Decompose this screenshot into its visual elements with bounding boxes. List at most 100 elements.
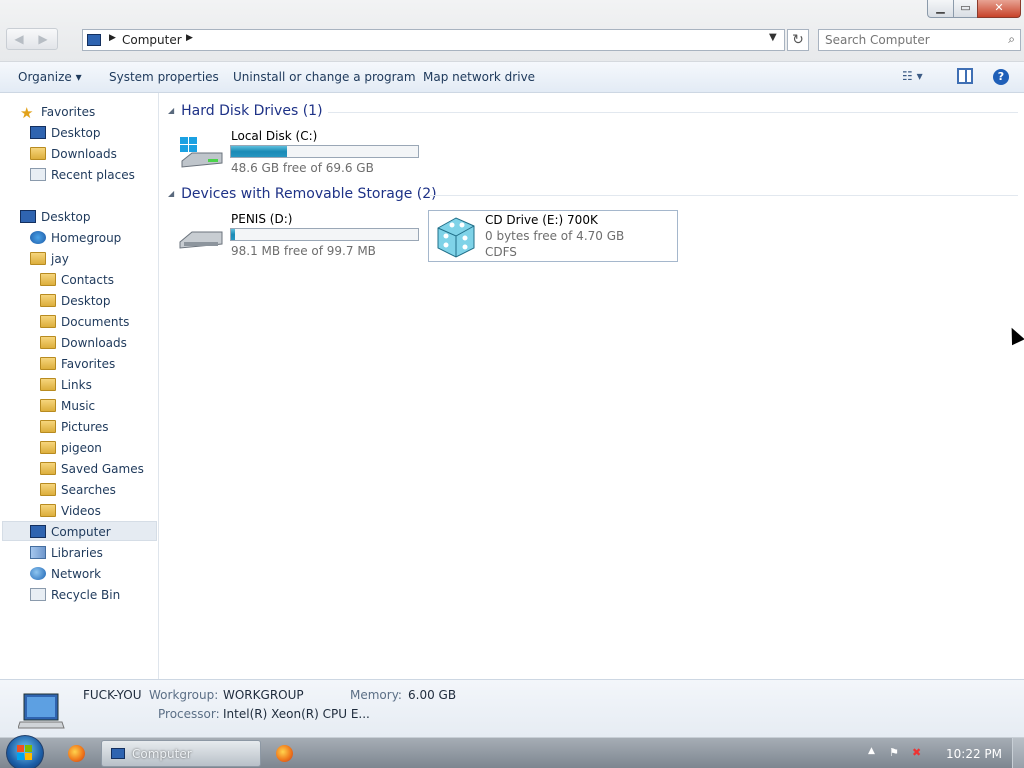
nav-user-documents[interactable]: Documents bbox=[40, 312, 129, 332]
help-icon[interactable]: ? bbox=[993, 69, 1009, 85]
nav-label: Desktop bbox=[51, 126, 101, 140]
folder-icon bbox=[40, 378, 56, 391]
firefox-icon bbox=[68, 745, 85, 762]
recycle-bin-icon bbox=[30, 588, 46, 601]
nav-label: Recycle Bin bbox=[51, 588, 121, 602]
nav-label: Recent places bbox=[51, 168, 135, 182]
taskbar-firefox-pinned[interactable] bbox=[64, 740, 90, 767]
nav-label: Desktop bbox=[61, 294, 111, 308]
show-desktop-button[interactable] bbox=[1012, 738, 1024, 768]
back-arrow-icon[interactable]: ◀ bbox=[7, 29, 31, 49]
search-input[interactable] bbox=[819, 30, 999, 50]
close-button[interactable]: ✕ bbox=[977, 0, 1021, 18]
divider bbox=[430, 195, 1018, 196]
folder-icon bbox=[40, 399, 56, 412]
chevron-right-icon[interactable]: ▶ bbox=[186, 33, 193, 43]
nav-label: Homegroup bbox=[51, 231, 122, 245]
divider bbox=[328, 112, 1018, 113]
nav-user[interactable]: jay bbox=[30, 249, 69, 269]
nav-label: Searches bbox=[61, 483, 116, 497]
breadcrumb-computer[interactable]: Computer bbox=[122, 33, 182, 47]
content-pane: ◢ Hard Disk Drives (1) Local Disk (C:) 48… bbox=[160, 93, 1024, 679]
forward-arrow-icon[interactable]: ▶ bbox=[31, 29, 55, 49]
nav-user-desktop[interactable]: Desktop bbox=[40, 291, 111, 311]
nav-user-pictures[interactable]: Pictures bbox=[40, 417, 109, 437]
group-title: Devices with Removable Storage (2) bbox=[181, 186, 437, 202]
nav-recycle-bin[interactable]: Recycle Bin bbox=[30, 585, 120, 605]
drive-name: PENIS (D:) bbox=[231, 212, 293, 226]
drive-c[interactable]: Local Disk (C:) 48.6 GB free of 69.6 GB bbox=[160, 129, 430, 175]
uninstall-program-button[interactable]: Uninstall or change a program bbox=[233, 70, 416, 84]
folder-icon bbox=[40, 462, 56, 475]
search-box[interactable]: ⌕ bbox=[818, 29, 1021, 51]
folder-icon bbox=[40, 483, 56, 496]
taskbar-clock[interactable]: 10:22 PM bbox=[946, 747, 1002, 761]
nav-user-searches[interactable]: Searches bbox=[40, 480, 116, 500]
chevron-down-icon[interactable]: ▼ bbox=[769, 32, 777, 43]
computer-icon bbox=[111, 748, 125, 759]
network-disconnected-icon[interactable]: ✖ bbox=[912, 746, 921, 759]
nav-user-links[interactable]: Links bbox=[40, 375, 92, 395]
network-icon bbox=[30, 567, 46, 580]
address-bar[interactable]: ▶ Computer ▶ ▼ bbox=[82, 29, 785, 51]
taskbar-firefox[interactable] bbox=[272, 740, 298, 767]
nav-label: Libraries bbox=[51, 546, 103, 560]
processor-value: Intel(R) Xeon(R) CPU E... bbox=[223, 707, 370, 721]
organize-button[interactable]: Organize ▾ bbox=[18, 70, 82, 84]
search-icon[interactable]: ⌕ bbox=[1008, 32, 1015, 47]
nav-network[interactable]: Network bbox=[30, 564, 101, 584]
preview-pane-icon[interactable] bbox=[957, 68, 973, 84]
group-header-removable[interactable]: ◢ Devices with Removable Storage (2) bbox=[168, 186, 437, 202]
nav-label: jay bbox=[51, 252, 69, 266]
nav-fav-desktop[interactable]: Desktop bbox=[30, 123, 101, 143]
nav-label: Downloads bbox=[51, 147, 117, 161]
homegroup-icon bbox=[30, 231, 46, 244]
folder-icon bbox=[40, 315, 56, 328]
nav-desktop[interactable]: Desktop bbox=[20, 207, 91, 227]
drive-e[interactable]: CD Drive (E:) 700K 0 bytes free of 4.70 … bbox=[428, 210, 678, 262]
show-hidden-icons-icon[interactable]: ▲ bbox=[868, 746, 875, 756]
action-center-icon[interactable]: ⚑ bbox=[889, 746, 899, 759]
group-title: Hard Disk Drives (1) bbox=[181, 103, 323, 119]
nav-user-downloads[interactable]: Downloads bbox=[40, 333, 127, 353]
windows-logo-icon bbox=[17, 745, 33, 761]
nav-label: Favorites bbox=[61, 357, 116, 371]
folder-icon bbox=[40, 504, 56, 517]
command-bar: Organize ▾ System properties Uninstall o… bbox=[0, 62, 1024, 93]
nav-user-favorites[interactable]: Favorites bbox=[40, 354, 115, 374]
map-network-drive-button[interactable]: Map network drive bbox=[423, 70, 535, 84]
folder-icon bbox=[40, 357, 56, 370]
nav-homegroup[interactable]: Homegroup bbox=[30, 228, 121, 248]
nav-user-contacts[interactable]: Contacts bbox=[40, 270, 114, 290]
nav-label: Favorites bbox=[41, 105, 96, 119]
window-titlebar: ▁ ▭ ✕ ◀▶ ▶ Computer ▶ ▼ ↻ ⌕ bbox=[0, 0, 1024, 62]
drive-d[interactable]: PENIS (D:) 98.1 MB free of 99.7 MB bbox=[160, 212, 430, 258]
computer-icon bbox=[87, 34, 101, 46]
taskbar: Computer ▲ ⚑ ✖ 10:22 PM bbox=[0, 735, 1024, 768]
nav-user-saved-games[interactable]: Saved Games bbox=[40, 459, 144, 479]
nav-fav-downloads[interactable]: Downloads bbox=[30, 144, 117, 164]
windows-drive-icon bbox=[180, 137, 223, 168]
nav-libraries[interactable]: Libraries bbox=[30, 543, 103, 563]
refresh-button[interactable]: ↻ bbox=[787, 29, 809, 51]
maximize-button[interactable]: ▭ bbox=[953, 0, 978, 18]
nav-user-pigeon[interactable]: pigeon bbox=[40, 438, 102, 458]
nav-computer[interactable]: Computer bbox=[2, 521, 157, 541]
collapse-triangle-icon[interactable]: ◢ bbox=[168, 106, 174, 115]
nav-label: pigeon bbox=[61, 441, 102, 455]
minimize-button[interactable]: ▁ bbox=[927, 0, 954, 18]
workgroup-label: Workgroup: bbox=[149, 688, 219, 702]
change-view-icon[interactable]: ☷ ▾ bbox=[902, 69, 938, 87]
system-properties-button[interactable]: System properties bbox=[109, 70, 219, 84]
nav-user-videos[interactable]: Videos bbox=[40, 501, 101, 521]
back-forward-buttons[interactable]: ◀ ▶ bbox=[6, 28, 58, 50]
nav-favorites[interactable]: ★ Favorites bbox=[20, 102, 95, 122]
taskbar-computer-window[interactable]: Computer bbox=[101, 740, 261, 767]
chevron-right-icon[interactable]: ▶ bbox=[109, 33, 116, 43]
group-header-hdd[interactable]: ◢ Hard Disk Drives (1) bbox=[168, 103, 323, 119]
computer-icon bbox=[30, 525, 46, 538]
collapse-triangle-icon[interactable]: ◢ bbox=[168, 189, 174, 198]
nav-user-music[interactable]: Music bbox=[40, 396, 95, 416]
nav-fav-recent[interactable]: Recent places bbox=[30, 165, 135, 185]
start-button[interactable] bbox=[6, 735, 44, 768]
